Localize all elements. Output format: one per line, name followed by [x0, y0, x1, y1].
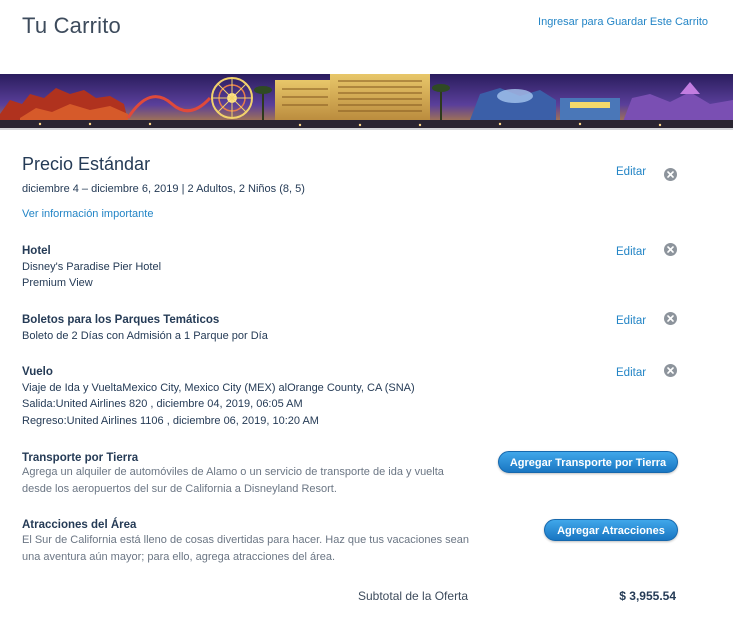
close-icon — [667, 315, 674, 322]
remove-hotel-button[interactable] — [664, 243, 677, 256]
remove-flight-button[interactable] — [664, 364, 677, 377]
hotel-room-type: Premium View — [22, 277, 93, 289]
hotel-name: Disney's Paradise Pier Hotel — [22, 261, 162, 273]
remove-package-button[interactable] — [664, 168, 677, 181]
important-info-link[interactable]: Ver información importante — [22, 208, 153, 220]
attractions-title: Atracciones del Área — [22, 519, 137, 531]
flight-return: Regreso:United Airlines 1106 , diciembre… — [22, 415, 319, 427]
disneyland-resort-night-panorama-icon — [0, 74, 733, 128]
flight-title: Vuelo — [22, 366, 53, 378]
edit-package-link[interactable]: Editar — [616, 166, 646, 178]
close-icon — [667, 246, 674, 253]
resort-banner-image — [0, 74, 733, 130]
flight-route: Viaje de Ida y VueltaMexico City, Mexico… — [22, 382, 415, 394]
signin-save-cart-link[interactable]: Ingresar para Guardar Este Carrito — [538, 16, 708, 28]
close-icon — [667, 367, 674, 374]
hotel-title: Hotel — [22, 245, 51, 257]
tickets-title: Boletos para los Parques Temáticos — [22, 314, 220, 326]
flight-departure: Salida:United Airlines 820 , diciembre 0… — [22, 398, 303, 410]
page-title: Tu Carrito — [22, 13, 121, 38]
remove-tickets-button[interactable] — [664, 312, 677, 325]
edit-hotel-link[interactable]: Editar — [616, 246, 646, 258]
tickets-description: Boleto de 2 Días con Admisión a 1 Parque… — [22, 330, 268, 342]
package-title: Precio Estándar — [22, 154, 151, 174]
add-attractions-button[interactable]: Agregar Atracciones — [544, 519, 678, 541]
subtotal-value: $ 3,955.54 — [619, 589, 676, 603]
ground-transport-description: Agrega un alquiler de automóviles de Ala… — [22, 466, 444, 495]
ground-transport-title: Transporte por Tierra — [22, 452, 139, 464]
cart-header: Tu Carrito Ingresar para Guardar Este Ca… — [0, 0, 733, 74]
edit-flight-link[interactable]: Editar — [616, 367, 646, 379]
close-icon — [667, 171, 674, 178]
cart-contents: Precio Estándar diciembre 4 – diciembre … — [0, 132, 733, 620]
edit-tickets-link[interactable]: Editar — [616, 315, 646, 327]
add-ground-transport-button[interactable]: Agregar Transporte por Tierra — [498, 451, 678, 473]
package-dates-guests: diciembre 4 – diciembre 6, 2019 | 2 Adul… — [22, 183, 305, 195]
subtotal-label: Subtotal de la Oferta — [358, 589, 469, 603]
attractions-description: El Sur de California está lleno de cosas… — [22, 534, 469, 563]
